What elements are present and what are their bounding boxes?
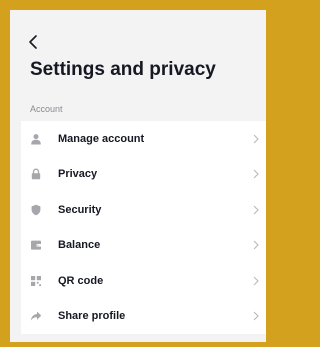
settings-screen: Settings and privacy Account Manage acco… [10, 10, 266, 342]
security-item[interactable]: Security [21, 192, 266, 228]
chevron-right-icon [252, 169, 260, 179]
security-label: Security [58, 203, 102, 216]
chevron-right-icon [252, 240, 260, 250]
qr-code-icon [30, 275, 42, 287]
chevron-left-icon [29, 35, 37, 49]
share-profile-label: Share profile [58, 310, 126, 323]
share-arrow-icon [30, 310, 42, 322]
person-icon [30, 133, 42, 145]
qr-code-label: QR code [58, 274, 104, 287]
section-header-account: Account [30, 104, 63, 114]
chevron-right-icon [252, 311, 260, 321]
privacy-label: Privacy [58, 168, 98, 181]
page-title: Settings and privacy [30, 59, 216, 80]
manage-account-label: Manage account [58, 132, 145, 145]
lock-icon [30, 168, 42, 180]
chevron-right-icon [252, 276, 260, 286]
chevron-right-icon [252, 134, 260, 144]
privacy-item[interactable]: Privacy [21, 157, 266, 193]
balance-item[interactable]: Balance [21, 228, 266, 264]
chevron-right-icon [252, 205, 260, 215]
share-profile-item[interactable]: Share profile [21, 299, 266, 335]
balance-label: Balance [58, 239, 101, 252]
shield-icon [30, 204, 42, 216]
manage-account-item[interactable]: Manage account [21, 121, 266, 157]
back-button[interactable] [24, 32, 44, 52]
account-settings-list: Manage account Privacy Security Balance … [21, 121, 266, 334]
qr-code-item[interactable]: QR code [21, 263, 266, 299]
wallet-icon [30, 239, 42, 251]
